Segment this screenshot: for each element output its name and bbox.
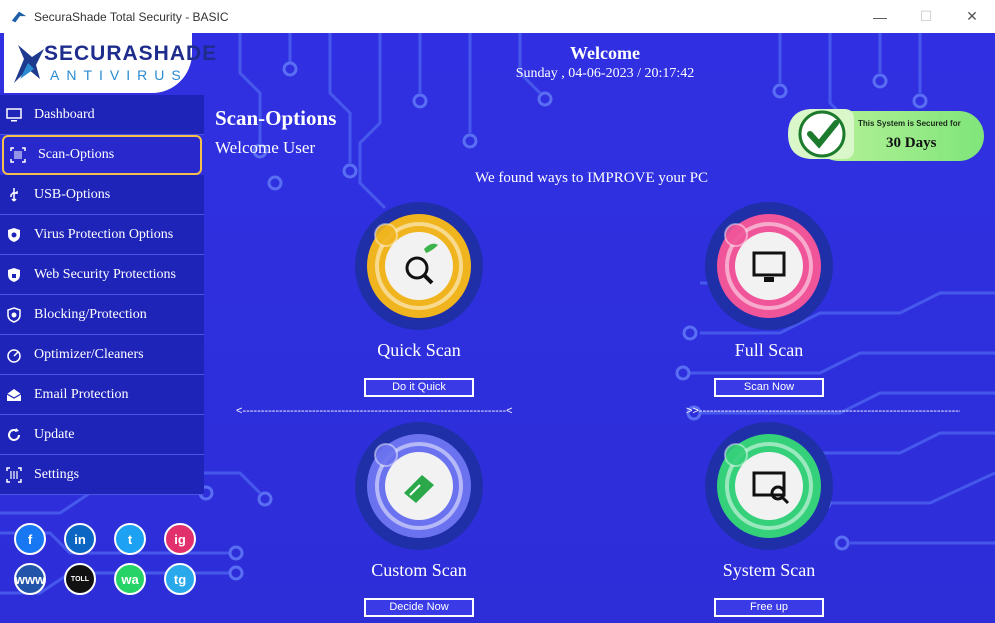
scan-ring-icon[interactable]	[354, 421, 484, 551]
sidebar-item-label: Optimizer/Cleaners	[34, 346, 144, 362]
globe-icon[interactable]: www	[14, 563, 46, 595]
refresh-icon	[8, 427, 20, 441]
close-icon[interactable]: ✕	[949, 0, 995, 33]
scan-name: Custom Scan	[371, 560, 467, 580]
sidebar-item-label: Virus Protection Options	[34, 226, 174, 242]
scan-name: System Scan	[722, 560, 816, 580]
barcode-scan-icon	[10, 147, 26, 163]
sidebar-item-optimizer-cleaners[interactable]: Optimizer/Cleaners	[0, 335, 204, 375]
scan-button[interactable]: Free up	[714, 598, 824, 617]
sidebar-item-label: Email Protection	[34, 386, 129, 402]
divider-right: >>--------------------------------------…	[686, 405, 960, 417]
email-icon	[6, 388, 22, 401]
sidebar-item-dashboard[interactable]: Dashboard	[0, 95, 204, 135]
scan-card-quick-scan: Quick Scan Do it Quick	[324, 201, 514, 397]
secured-line1: This System is Secured for	[858, 119, 961, 128]
page-subtitle: Welcome User	[215, 138, 316, 157]
minimize-icon[interactable]: —	[857, 0, 903, 33]
app-bird-icon	[11, 11, 27, 22]
telegram-icon[interactable]: tg	[164, 563, 196, 595]
sidebar-item-blocking-protection[interactable]: Blocking/Protection	[0, 295, 204, 335]
scan-name: Full Scan	[734, 340, 804, 360]
toll-free-icon[interactable]: TOLL	[64, 563, 96, 595]
shield-lock-icon	[8, 267, 20, 282]
window-titlebar: SecuraShade Total Security - BASIC — ☐ ✕	[0, 0, 995, 33]
datetime: Sunday , 04-06-2023 / 20:17:42	[515, 66, 695, 81]
sidebar-item-label: Web Security Protections	[34, 266, 176, 282]
sidebar-item-label: USB-Options	[34, 186, 111, 202]
sidebar-item-label: Update	[34, 426, 75, 442]
secured-days: 30 Days	[886, 135, 937, 151]
divider-left: <---------------------------------------…	[236, 405, 512, 417]
sidebar-item-scan-options[interactable]: Scan-Options	[2, 135, 202, 175]
scan-ring-icon[interactable]	[704, 421, 834, 551]
optimizer-icon	[7, 348, 21, 363]
scan-button[interactable]: Scan Now	[714, 378, 824, 397]
brand-logo: SECURASHADE ANTIVIRUS	[4, 33, 216, 93]
linkedin-icon[interactable]: in	[64, 523, 96, 555]
improve-message: We found ways to IMPROVE your PC	[475, 170, 708, 186]
sidebar-item-email-protection[interactable]: Email Protection	[0, 375, 204, 415]
sidebar-item-update[interactable]: Update	[0, 415, 204, 455]
scan-name: Quick Scan	[377, 340, 461, 360]
scan-card-custom-scan: Custom Scan Decide Now	[324, 421, 514, 617]
shield-block-icon	[7, 306, 21, 323]
scan-ring-icon[interactable]	[354, 201, 484, 331]
scan-ring-icon[interactable]	[704, 201, 834, 331]
usb-icon	[10, 187, 18, 202]
monitor-icon	[6, 107, 22, 121]
sidebar-item-label: Scan-Options	[38, 147, 115, 162]
window-title: SecuraShade Total Security - BASIC	[34, 9, 229, 24]
sidebar-item-settings[interactable]: Settings	[0, 455, 204, 495]
sidebar-item-label: Blocking/Protection	[34, 306, 147, 322]
whatsapp-icon[interactable]: wa	[114, 563, 146, 595]
settings-icon	[6, 466, 22, 483]
brand-sub: ANTIVIRUS	[50, 67, 188, 83]
sidebar: Dashboard Scan-Options USB-Options Virus Pr…	[0, 95, 204, 495]
maximize-icon: ☐	[919, 8, 933, 24]
scan-button[interactable]: Decide Now	[364, 598, 474, 617]
sidebar-item-label: Dashboard	[34, 106, 95, 122]
scan-card-system-scan: System Scan Free up	[674, 421, 864, 617]
brand-name: SECURASHADE	[44, 42, 218, 65]
facebook-icon[interactable]: f	[14, 523, 46, 555]
twitter-icon[interactable]: t	[114, 523, 146, 555]
instagram-icon[interactable]: ig	[164, 523, 196, 555]
scan-button[interactable]: Do it Quick	[364, 378, 474, 397]
page-title: Scan-Options	[215, 106, 337, 130]
welcome-header: Welcome Sunday , 04-06-2023 / 20:17:42	[440, 43, 770, 82]
shield-virus-icon	[8, 227, 20, 242]
sidebar-item-virus-protection-options[interactable]: Virus Protection Options	[0, 215, 204, 255]
sidebar-item-web-security-protections[interactable]: Web Security Protections	[0, 255, 204, 295]
secured-badge: This System is Secured for 30 Days	[784, 103, 984, 165]
checkmark-shield-icon	[788, 109, 854, 159]
main-area: SECURASHADE ANTIVIRUS Welcome Sunday , 0…	[0, 33, 995, 623]
welcome-title: Welcome	[570, 43, 640, 63]
sidebar-item-usb-options[interactable]: USB-Options	[0, 175, 204, 215]
scan-card-full-scan: Full Scan Scan Now	[674, 201, 864, 397]
sidebar-item-label: Settings	[34, 466, 80, 482]
